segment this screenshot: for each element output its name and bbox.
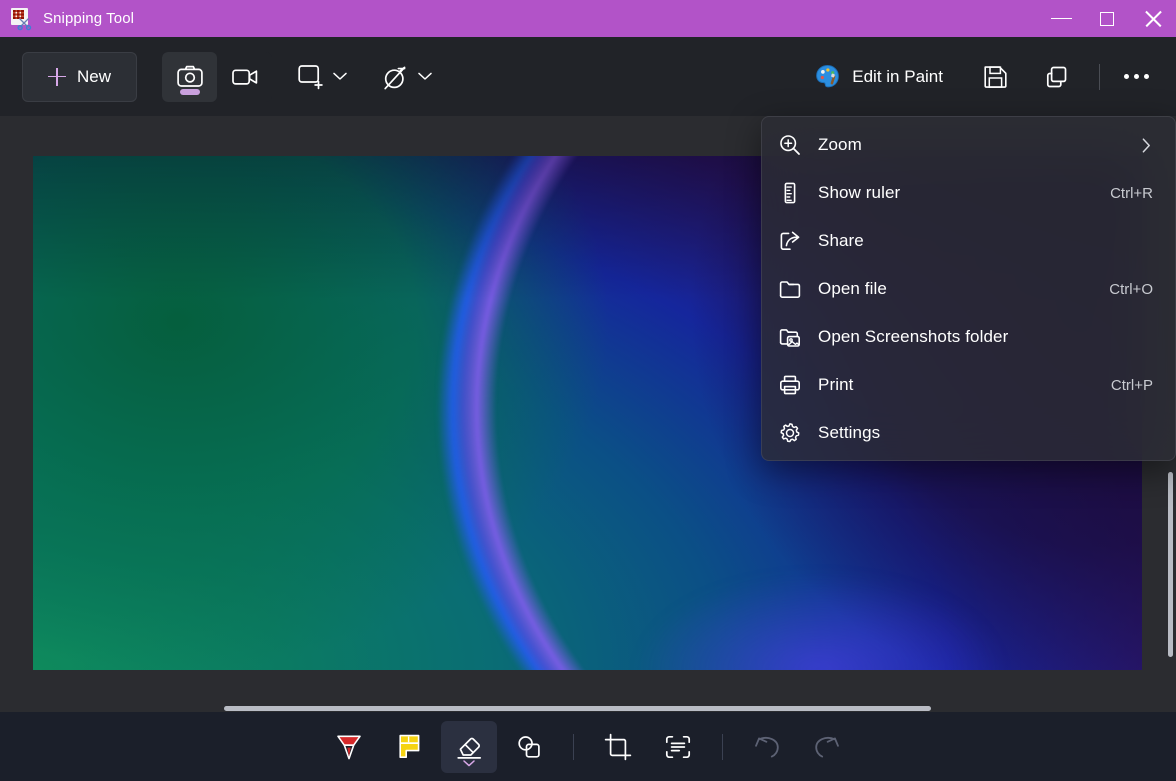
crop-tool[interactable] [590, 721, 646, 773]
highlighter-icon [394, 730, 424, 764]
bottom-toolbar-divider-1 [573, 734, 574, 760]
menu-item-show-ruler[interactable]: Show ruler Ctrl+R [762, 169, 1175, 217]
new-snip-button[interactable]: New [22, 52, 137, 102]
menu-item-accelerator: Ctrl+R [1110, 185, 1159, 202]
maximize-button[interactable] [1084, 0, 1130, 37]
toolbar-divider [1099, 64, 1100, 90]
screenshot-mode-button[interactable] [162, 52, 217, 102]
capture-mode-group [162, 52, 272, 102]
zoom-in-icon [762, 133, 818, 157]
horizontal-scrollbar-thumb[interactable] [224, 706, 931, 711]
plus-icon [48, 68, 66, 86]
chevron-down-icon [418, 72, 432, 81]
menu-item-label: Open Screenshots folder [818, 327, 1159, 347]
minimize-button[interactable] [1038, 0, 1084, 37]
eraser-icon [454, 733, 484, 761]
chevron-down-icon[interactable] [463, 760, 475, 767]
window-title: Snipping Tool [43, 10, 134, 27]
menu-item-label: Share [818, 231, 1159, 251]
new-snip-label: New [77, 67, 111, 87]
text-actions-tool[interactable] [650, 721, 706, 773]
undo-button[interactable] [739, 721, 795, 773]
bottom-toolbar-divider-2 [722, 734, 723, 760]
delay-dropdown[interactable] [377, 52, 436, 102]
video-camera-icon [232, 68, 258, 86]
rectangle-snip-icon [298, 64, 324, 90]
copy-button[interactable] [1035, 55, 1079, 99]
printer-icon [762, 373, 818, 397]
highlighter-tool[interactable] [381, 721, 437, 773]
horizontal-scrollbar[interactable] [33, 702, 1142, 712]
menu-item-share[interactable]: Share [762, 217, 1175, 265]
redo-icon [812, 733, 842, 761]
vertical-scrollbar-thumb[interactable] [1168, 472, 1173, 657]
shapes-icon [514, 732, 544, 762]
timer-off-icon [381, 63, 409, 91]
menu-item-accelerator: Ctrl+O [1109, 281, 1159, 298]
gear-icon [762, 421, 818, 445]
menu-item-open-file[interactable]: Open file Ctrl+O [762, 265, 1175, 313]
folder-icon [762, 277, 818, 301]
menu-item-label: Print [818, 375, 1111, 395]
menu-item-print[interactable]: Print Ctrl+P [762, 361, 1175, 409]
video-mode-button[interactable] [217, 52, 272, 102]
window-controls [1038, 0, 1176, 37]
menu-item-label: Zoom [818, 135, 1142, 155]
folder-image-icon [762, 325, 818, 349]
more-options-button[interactable] [1110, 55, 1162, 99]
more-ellipsis-icon [1124, 74, 1149, 79]
redo-button[interactable] [799, 721, 855, 773]
top-toolbar: New [0, 37, 1176, 116]
title-bar: Snipping Tool [0, 0, 1176, 37]
crop-icon [603, 732, 633, 762]
snipping-tool-window: Snipping Tool New [0, 0, 1176, 781]
ballpoint-pen-tool[interactable] [321, 721, 377, 773]
ballpoint-pen-icon [334, 730, 364, 764]
share-icon [762, 229, 818, 253]
menu-item-open-screenshots-folder[interactable]: Open Screenshots folder [762, 313, 1175, 361]
bottom-toolbar [0, 712, 1176, 781]
undo-icon [752, 733, 782, 761]
shapes-tool[interactable] [501, 721, 557, 773]
snipping-tool-icon [9, 7, 33, 31]
chevron-down-icon [333, 72, 347, 81]
edit-in-paint-button[interactable]: Edit in Paint [809, 55, 949, 99]
camera-icon [177, 65, 203, 88]
more-options-menu: Zoom Show ruler Ctrl+R [761, 116, 1176, 461]
ruler-icon [762, 181, 818, 205]
save-disk-icon [983, 64, 1008, 89]
menu-item-label: Settings [818, 423, 1159, 443]
menu-item-settings[interactable]: Settings [762, 409, 1175, 457]
snip-shape-dropdown[interactable] [294, 52, 351, 102]
menu-item-accelerator: Ctrl+P [1111, 377, 1159, 394]
copy-icon [1044, 64, 1070, 90]
menu-item-zoom[interactable]: Zoom [762, 121, 1175, 169]
close-button[interactable] [1130, 0, 1176, 37]
chevron-right-icon [1142, 138, 1159, 153]
text-actions-icon [663, 733, 693, 761]
menu-item-label: Show ruler [818, 183, 1110, 203]
eraser-tool[interactable] [441, 721, 497, 773]
save-button[interactable] [973, 55, 1017, 99]
menu-item-label: Open file [818, 279, 1109, 299]
edit-in-paint-label: Edit in Paint [852, 67, 943, 87]
scissors-icon [17, 16, 32, 31]
paint-palette-icon [815, 64, 840, 89]
